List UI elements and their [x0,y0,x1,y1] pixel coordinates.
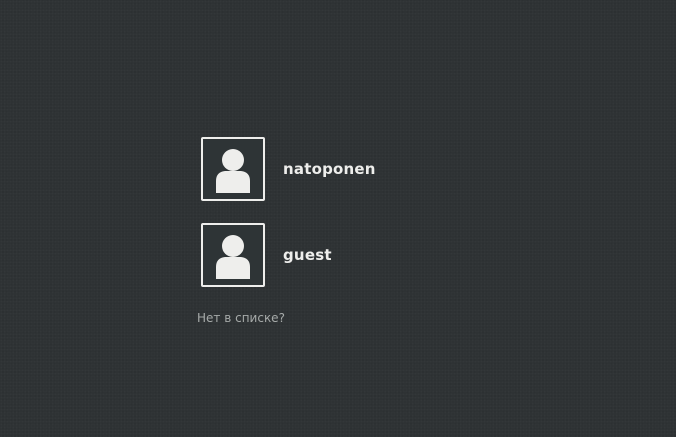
user-name: guest [283,246,332,264]
not-listed-link[interactable]: Нет в списке? [197,311,285,325]
avatar [201,137,265,201]
default-user-icon [216,235,250,279]
user-name: natoponen [283,160,376,178]
user-item-natoponen[interactable]: natoponen [201,137,461,201]
avatar [201,223,265,287]
user-list: natoponen guest [201,137,461,309]
default-user-icon [216,149,250,193]
user-item-guest[interactable]: guest [201,223,461,287]
login-screen: natoponen guest Нет в списке? [0,0,676,437]
